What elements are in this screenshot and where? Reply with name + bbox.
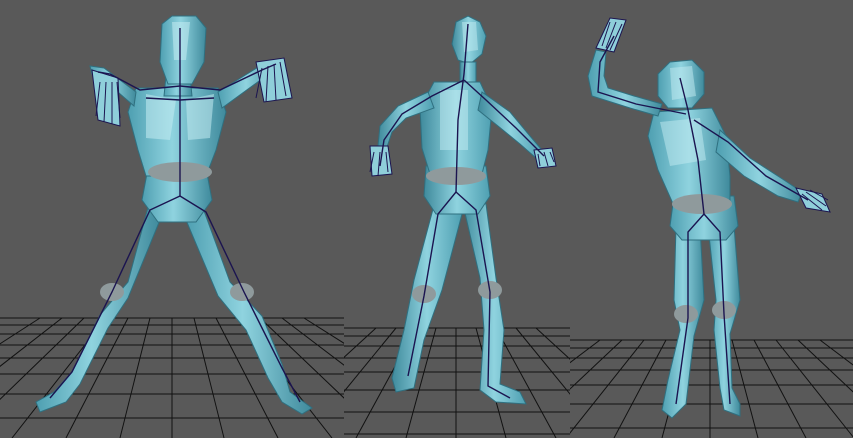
floor-grid xyxy=(344,327,570,438)
viewport-canvas xyxy=(344,15,570,438)
viewport-canvas xyxy=(0,15,344,438)
viewport-back-view[interactable] xyxy=(344,0,570,438)
floor-grid xyxy=(0,317,344,438)
hand-left xyxy=(595,17,627,53)
hand-left xyxy=(91,69,121,127)
viewport-canvas xyxy=(570,17,853,438)
floor-grid xyxy=(570,339,853,438)
viewport-side-view[interactable] xyxy=(570,0,853,438)
hand-right xyxy=(795,187,831,213)
hand-right xyxy=(533,147,557,169)
viewport-front-view[interactable] xyxy=(0,0,344,438)
character-mesh[interactable] xyxy=(587,49,803,419)
